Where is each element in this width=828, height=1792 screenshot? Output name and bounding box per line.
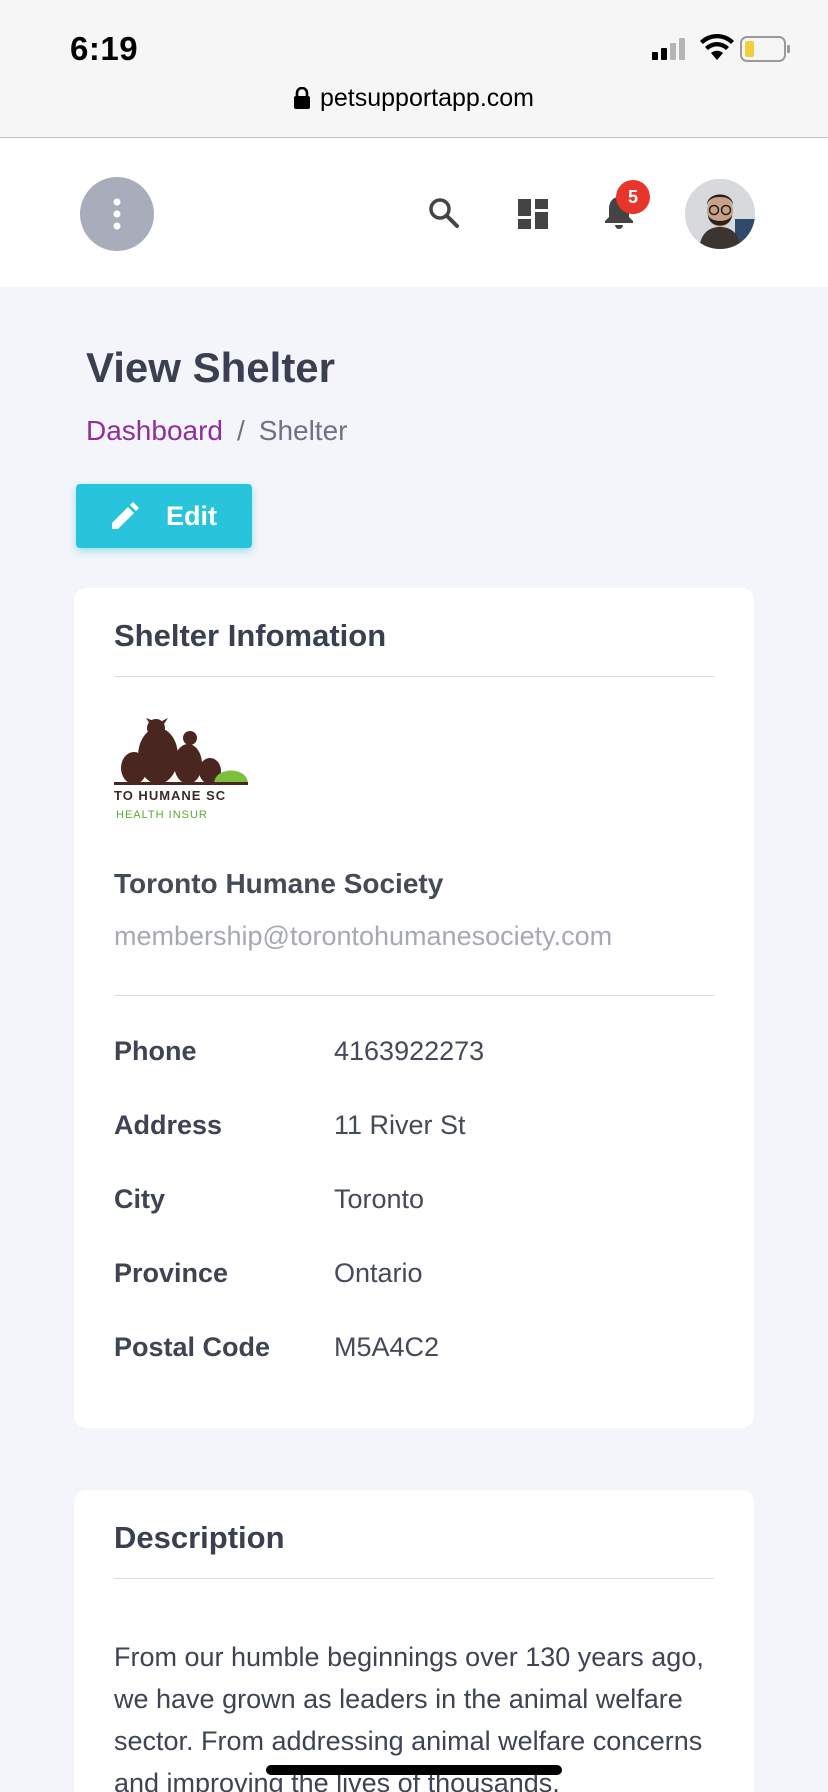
more-vertical-icon bbox=[113, 198, 121, 230]
notification-badge[interactable]: 5 bbox=[616, 180, 650, 214]
edit-button-label: Edit bbox=[166, 500, 217, 531]
battery-icon bbox=[740, 36, 790, 62]
lock-icon bbox=[293, 87, 310, 109]
status-time: 6:19 bbox=[70, 30, 139, 67]
breadcrumb-separator: / bbox=[236, 415, 245, 446]
page-title: View Shelter bbox=[86, 344, 336, 391]
description-card: Description From our humble beginnings o… bbox=[74, 1490, 754, 1792]
detail-label: Phone bbox=[114, 1036, 197, 1066]
shelter-email[interactable]: membership@torontohumanesociety.com bbox=[114, 921, 612, 952]
cellular-signal-icon bbox=[652, 38, 685, 60]
card-divider bbox=[114, 995, 714, 996]
card-title: Shelter Infomation bbox=[114, 618, 387, 653]
url-text: petsupportapp.com bbox=[319, 84, 535, 112]
search-icon[interactable] bbox=[428, 197, 460, 229]
detail-value: 4163922273 bbox=[334, 1036, 485, 1066]
address-bar[interactable]: petsupportapp.com bbox=[0, 84, 828, 113]
detail-label: Province bbox=[114, 1258, 229, 1288]
detail-value: Ontario bbox=[334, 1258, 423, 1288]
card-title: Description bbox=[114, 1520, 285, 1555]
detail-value: 11 River St bbox=[334, 1110, 466, 1140]
shelter-logo: TO HUMANE SC HEALTH INSUR bbox=[114, 716, 248, 826]
menu-button[interactable] bbox=[80, 177, 154, 251]
shelter-info-card: Shelter Infomation TO HUMANE SC HEALTH I… bbox=[74, 588, 754, 1428]
breadcrumb-dashboard-link[interactable]: Dashboard bbox=[86, 415, 223, 446]
logo-text-bottom: HEALTH INSUR bbox=[116, 809, 208, 821]
breadcrumb: Dashboard / Shelter bbox=[86, 415, 347, 447]
breadcrumb-current: Shelter bbox=[258, 415, 348, 446]
card-divider bbox=[114, 676, 714, 677]
edit-button[interactable]: Edit bbox=[76, 484, 252, 548]
detail-label: Postal Code bbox=[114, 1332, 271, 1362]
shelter-name: Toronto Humane Society bbox=[114, 868, 444, 899]
detail-label: Address bbox=[114, 1110, 223, 1140]
browser-status-bar: 6:19 petsupportapp.com bbox=[0, 0, 828, 138]
user-avatar-icon bbox=[685, 179, 755, 249]
pencil-icon bbox=[112, 502, 139, 529]
app-header: 5 bbox=[0, 139, 828, 287]
wifi-icon bbox=[700, 34, 734, 60]
dashboard-icon[interactable] bbox=[518, 199, 548, 229]
detail-label: City bbox=[114, 1184, 166, 1214]
detail-value: M5A4C2 bbox=[334, 1332, 440, 1362]
logo-text-top: TO HUMANE SC bbox=[114, 788, 226, 803]
home-indicator[interactable] bbox=[266, 1765, 562, 1775]
card-divider bbox=[114, 1578, 714, 1579]
avatar[interactable] bbox=[685, 179, 755, 249]
shelter-logo-image: TO HUMANE SC HEALTH INSUR bbox=[114, 718, 248, 821]
detail-value: Toronto bbox=[334, 1184, 425, 1214]
